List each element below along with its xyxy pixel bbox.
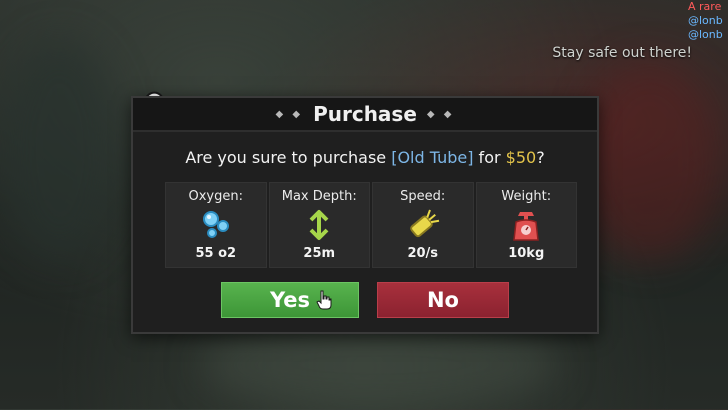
background-shape: [0, 40, 120, 260]
yes-button[interactable]: Yes: [221, 282, 359, 318]
background-shape: [580, 60, 720, 260]
stat-label: Speed:: [400, 189, 446, 204]
stat-label: Max Depth:: [281, 189, 357, 204]
title-decoration: ◆ ◆: [275, 108, 304, 120]
stat-label: Oxygen:: [188, 189, 244, 204]
stat-oxygen: Oxygen: 55 o2: [165, 182, 267, 268]
item-price: $50: [505, 148, 537, 167]
status-message: Stay safe out there!: [552, 45, 692, 61]
chat-log: A rare @lonb @lonb: [688, 0, 728, 42]
question-prefix: Are you sure to purchase: [185, 148, 392, 167]
purchase-question: Are you sure to purchase [Old Tube] for …: [133, 148, 597, 167]
stat-speed: Speed: 20/s: [372, 182, 474, 268]
title-decoration: ◆ ◆: [426, 108, 455, 120]
dialog-title-bar: ◆ ◆ Purchase ◆ ◆: [133, 98, 597, 132]
no-button[interactable]: No: [377, 282, 509, 318]
stats-panel: Oxygen: 55 o2 Max Depth: 25m Speed: 20/s…: [165, 182, 577, 268]
stat-value: 25m: [303, 246, 336, 261]
question-suffix: ?: [536, 148, 545, 167]
item-name: [Old Tube]: [391, 148, 474, 167]
dialog-title: Purchase: [313, 102, 417, 126]
stat-weight: Weight: 10kg: [475, 182, 577, 268]
stat-value: 20/s: [407, 246, 439, 261]
stat-label: Weight:: [501, 189, 552, 204]
stat-max-depth: Max Depth: 25m: [268, 182, 370, 268]
chat-line: @lonb: [688, 28, 723, 41]
purchase-dialog: ◆ ◆ Purchase ◆ ◆ Are you sure to purchas…: [131, 96, 599, 334]
chat-line: @lonb: [688, 14, 723, 27]
depth-arrow-icon: [309, 210, 329, 240]
stat-value: 10kg: [508, 246, 545, 261]
question-mid: for: [473, 148, 506, 167]
speed-tube-icon: [409, 209, 439, 238]
bubbles-icon: [202, 211, 229, 238]
hand-cursor-icon: [316, 290, 332, 310]
stat-value: 55 o2: [195, 246, 237, 261]
scale-icon: [513, 212, 540, 241]
chat-line: A rare: [688, 0, 722, 13]
